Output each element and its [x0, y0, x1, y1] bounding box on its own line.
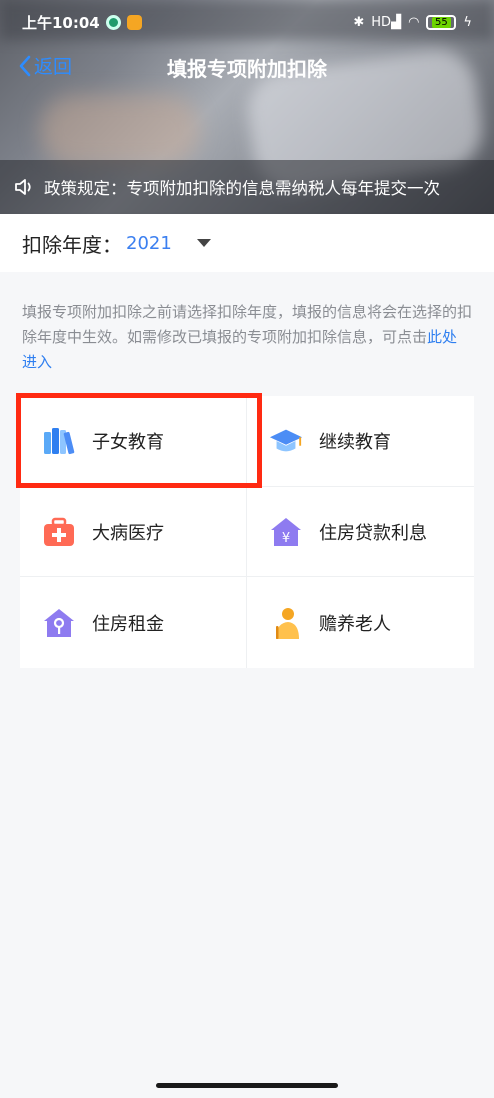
- year-selector[interactable]: 扣除年度： 2021: [0, 214, 494, 272]
- category-label: 赡养老人: [319, 613, 391, 635]
- signal-icon: HD▟: [371, 14, 402, 30]
- wifi-icon: ◠: [408, 14, 420, 30]
- category-label: 住房贷款利息: [319, 522, 427, 544]
- speaker-icon: [15, 179, 31, 195]
- year-value[interactable]: 2021: [126, 233, 172, 254]
- app-notification-icon: [105, 14, 121, 30]
- back-button[interactable]: 返回: [18, 52, 72, 79]
- year-label: 扣除年度：: [22, 232, 122, 257]
- page-title: 填报专项附加扣除: [167, 56, 327, 81]
- nav-bar: 返回 填报专项附加扣除: [0, 44, 494, 90]
- bluetooth-icon: ✱: [353, 14, 365, 30]
- home-indicator[interactable]: [156, 1083, 338, 1088]
- hint-text: 填报专项附加扣除之前请选择扣除年度，填报的信息将会在选择的扣除年度中生效。如需修…: [22, 300, 472, 375]
- svg-text:¥: ¥: [282, 531, 290, 546]
- notes-notification-icon: [126, 14, 142, 30]
- category-label: 继续教育: [319, 432, 391, 453]
- graduation-cap-icon: [269, 424, 303, 458]
- books-icon: [42, 424, 76, 458]
- category-elderly-support[interactable]: 赡养老人: [247, 577, 474, 668]
- policy-notice-text: 政策规定：专项附加扣除的信息需纳税人每年提交一次: [44, 179, 440, 198]
- category-housing-rent[interactable]: 住房租金: [20, 577, 247, 668]
- charging-icon: ϟ: [463, 14, 472, 30]
- category-serious-illness-medical[interactable]: 大病医疗: [20, 487, 247, 577]
- chevron-left-icon: [19, 55, 31, 76]
- category-label: 住房租金: [92, 613, 164, 635]
- status-time: 上午10:04: [22, 13, 100, 32]
- back-label: 返回: [34, 56, 73, 78]
- header-banner: 上午10:04 ✱ HD▟ ◠ 55 ϟ 返回 填报专项附加扣除 政策规定：专项…: [0, 0, 494, 214]
- category-children-education[interactable]: 子女教育: [20, 396, 247, 487]
- category-continuing-education[interactable]: 继续教育: [247, 396, 474, 487]
- battery-icon: 55: [426, 14, 457, 30]
- elderly-icon: [269, 606, 303, 640]
- house-yen-icon: ¥: [269, 515, 303, 549]
- category-housing-loan-interest[interactable]: ¥ 住房贷款利息: [247, 487, 474, 577]
- caret-down-icon[interactable]: [196, 238, 212, 248]
- deduction-category-grid: 子女教育 继续教育 大病医疗 ¥ 住房贷款利息 住房租金 赡养老人: [20, 396, 474, 668]
- category-label: 大病医疗: [92, 522, 164, 544]
- hint-body: 填报专项附加扣除之前请选择扣除年度，填报的信息将会在选择的扣除年度中生效。如需修…: [22, 303, 473, 346]
- policy-notice: 政策规定：专项附加扣除的信息需纳税人每年提交一次: [0, 160, 494, 214]
- medical-kit-icon: [42, 515, 76, 549]
- house-key-icon: [42, 606, 76, 640]
- category-label: 子女教育: [92, 432, 164, 453]
- status-bar: 上午10:04 ✱ HD▟ ◠ 55 ϟ: [0, 0, 494, 44]
